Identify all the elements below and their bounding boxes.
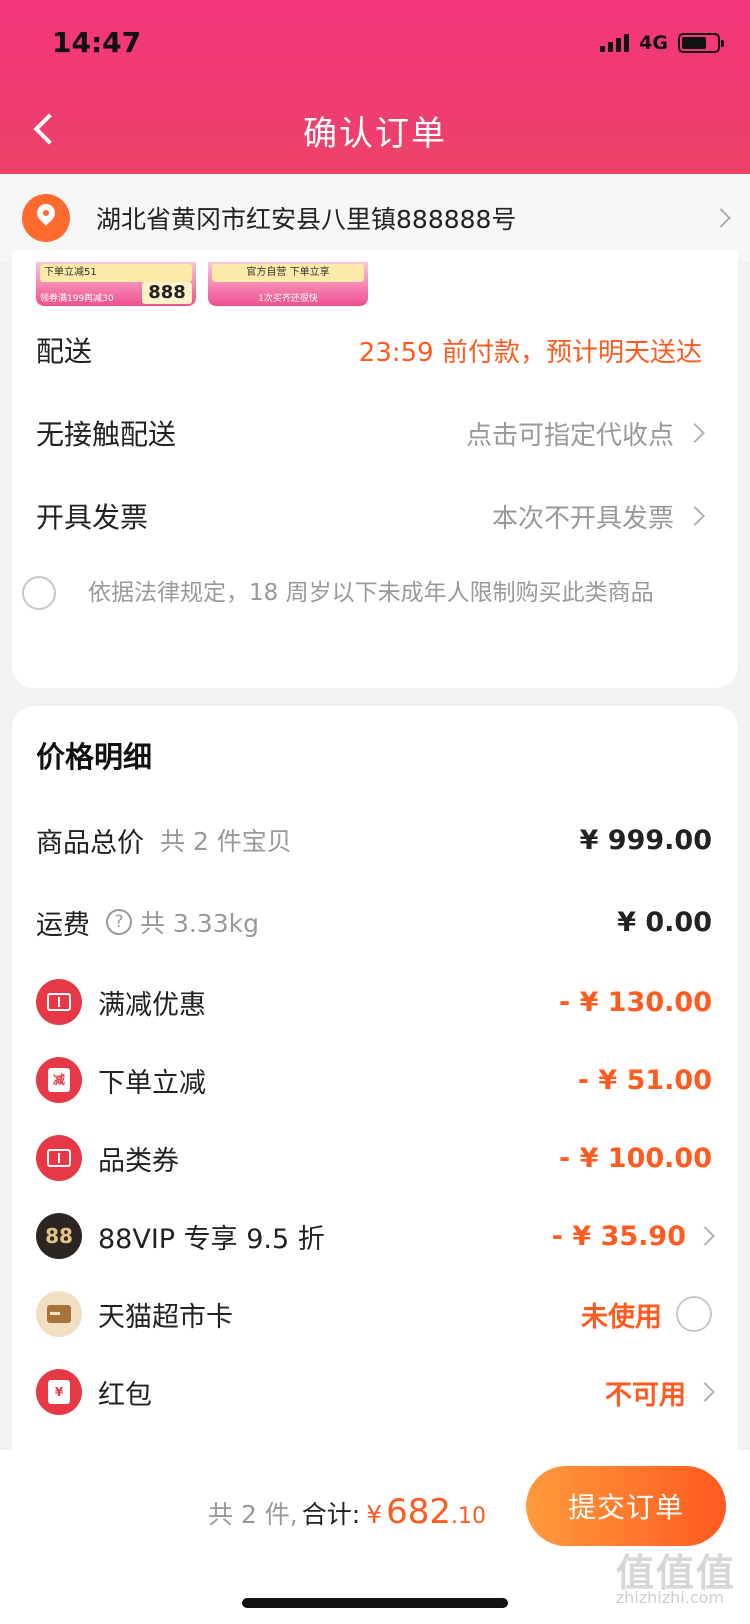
- address-text: 湖北省黄冈市红安县八里镇888888号: [96, 205, 517, 234]
- promo-banners: 下单立减51 领券满199再减30 888 官方自营 下单立享 1次买齐还很快: [36, 262, 368, 306]
- vip-discount-value: - ¥ 35.90: [551, 1220, 686, 1252]
- chevron-right-icon: [685, 506, 705, 526]
- goods-count: 共 2 件宝贝: [160, 827, 292, 856]
- promo-line1: 下单立减51: [40, 264, 192, 282]
- chevron-right-icon: [695, 1382, 715, 1402]
- vip-discount-label: 88VIP 专享 9.5 折: [98, 1223, 325, 1255]
- promo-price: 888: [142, 282, 192, 304]
- order-options-card: 下单立减51 领券满199再减30 888 官方自营 下单立享 1次买齐还很快 …: [12, 250, 738, 688]
- goods-total-label: 商品总价: [36, 827, 144, 859]
- promo-banner[interactable]: 下单立减51 领券满199再减30 888: [36, 262, 196, 306]
- invoice-row[interactable]: 开具发票 本次不开具发票: [12, 486, 738, 546]
- instant-discount-label: 下单立减: [98, 1067, 206, 1099]
- instant-discount-row: 减 下单立减 - ¥ 51.00: [12, 1050, 738, 1110]
- address-selector[interactable]: 湖北省黄冈市红安县八里镇888888号: [0, 174, 750, 262]
- red-packet-row[interactable]: ¥ 红包 不可用: [12, 1362, 738, 1422]
- submit-order-button[interactable]: 提交订单: [526, 1466, 726, 1546]
- supermarket-card-label: 天猫超市卡: [98, 1301, 233, 1333]
- help-icon[interactable]: ?: [106, 909, 132, 935]
- total-decimal: .10: [451, 1504, 486, 1529]
- currency-symbol: ¥: [366, 1500, 383, 1529]
- contactless-label: 无接触配送: [36, 418, 177, 451]
- consent-radio[interactable]: [22, 576, 56, 610]
- shipping-weight: 共 3.33kg: [140, 909, 259, 938]
- item-count: 共 2 件,: [208, 1500, 298, 1529]
- gift-card-icon: [36, 1291, 82, 1337]
- red-packet-icon: ¥: [36, 1369, 82, 1415]
- invoice-value: 本次不开具发票: [491, 503, 674, 534]
- shipping-row: 运费 ? 共 3.33kg ¥ 0.00: [12, 892, 738, 952]
- discount-value: - ¥ 130.00: [559, 986, 712, 1018]
- discount-label: 满减优惠: [98, 989, 206, 1021]
- delivery-label: 配送: [36, 335, 93, 368]
- contactless-delivery-row[interactable]: 无接触配送 点击可指定代收点: [12, 403, 738, 463]
- total-label: 合计:: [301, 1500, 361, 1529]
- watermark-url: zhizhizhi.com: [615, 1588, 724, 1607]
- status-indicators: 4G: [600, 32, 724, 54]
- consent-text: 依据法律规定，18 周岁以下未成年人限制购买此类商品: [88, 580, 654, 606]
- coupon-icon: [36, 1135, 82, 1181]
- chevron-right-icon: [711, 208, 731, 228]
- page-title: 确认订单: [303, 114, 447, 154]
- age-consent: 依据法律规定，18 周岁以下未成年人限制购买此类商品: [12, 576, 738, 610]
- supermarket-card-row: 天猫超市卡 未使用: [12, 1284, 738, 1344]
- checkout-bar: 共 2 件, 合计: ¥ 682 .10 提交订单 值值值 zhizhizhi.…: [0, 1450, 750, 1624]
- discount-row: 满减优惠 - ¥ 130.00: [12, 972, 738, 1032]
- contactless-value: 点击可指定代收点: [465, 420, 674, 451]
- category-coupon-row: 品类券 - ¥ 100.00: [12, 1128, 738, 1188]
- goods-total-row: 商品总价 共 2 件宝贝 ¥ 999.00: [12, 810, 738, 870]
- category-coupon-value: - ¥ 100.00: [559, 1142, 712, 1174]
- promo-line2: 1次买齐还很快: [258, 294, 318, 304]
- chevron-right-icon: [685, 423, 705, 443]
- coupon-icon: [36, 979, 82, 1025]
- delivery-row: 配送 23:59 前付款，预计明天送达: [12, 320, 738, 380]
- promo-banner[interactable]: 官方自营 下单立享 1次买齐还很快: [208, 262, 368, 306]
- total-integer: 682: [386, 1492, 451, 1532]
- order-total: 共 2 件, 合计: ¥ 682 .10: [208, 1492, 486, 1532]
- home-indicator[interactable]: [242, 1598, 508, 1608]
- red-packet-label: 红包: [98, 1379, 152, 1411]
- shipping-value: ¥ 0.00: [617, 906, 712, 938]
- signal-icon: [600, 34, 630, 52]
- reduce-icon: 减: [36, 1057, 82, 1103]
- chevron-right-icon: [695, 1226, 715, 1246]
- vip-discount-row[interactable]: 88 88VIP 专享 9.5 折 - ¥ 35.90: [12, 1206, 738, 1266]
- delivery-value: 23:59 前付款，预计明天送达: [358, 337, 702, 368]
- battery-icon: [678, 33, 724, 53]
- red-packet-status: 不可用: [605, 1379, 686, 1411]
- goods-total-value: ¥ 999.00: [579, 824, 712, 856]
- location-pin-icon: [22, 194, 70, 242]
- supermarket-card-radio[interactable]: [676, 1296, 712, 1332]
- category-coupon-label: 品类券: [98, 1145, 179, 1177]
- supermarket-card-status: 未使用: [581, 1301, 662, 1333]
- section-title: 价格明细: [36, 740, 153, 774]
- invoice-label: 开具发票: [36, 501, 149, 534]
- network-type: 4G: [639, 32, 668, 54]
- promo-line1: 官方自营 下单立享: [212, 264, 364, 282]
- status-time: 14:47: [52, 26, 142, 59]
- instant-discount-value: - ¥ 51.00: [577, 1064, 712, 1096]
- top-header: 14:47 4G 确认订单: [0, 0, 750, 178]
- price-detail-card: 价格明细 商品总价 共 2 件宝贝 ¥ 999.00 运费 ? 共 3.33kg…: [12, 706, 738, 1466]
- vip88-icon: 88: [36, 1213, 82, 1259]
- shipping-label: 运费: [36, 909, 90, 941]
- promo-line2: 领券满199再减30: [40, 294, 114, 304]
